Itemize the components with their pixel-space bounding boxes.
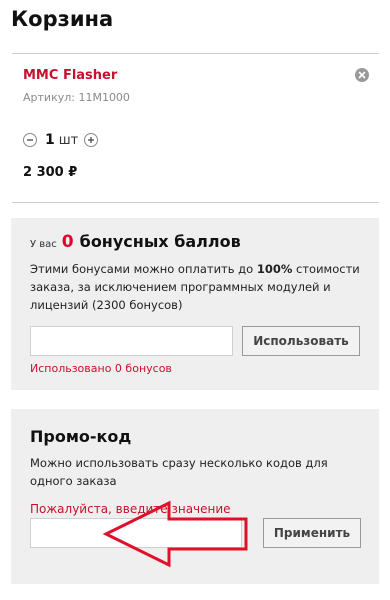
increase-quantity-button[interactable] [84,133,99,147]
promo-panel: Промо-код Можно использовать сразу неско… [11,409,379,584]
bonus-description-percent: 100% [256,262,293,276]
use-bonus-button[interactable]: Использовать [242,326,360,356]
quantity-stepper: 1 шт [23,132,99,148]
bonus-amount-input[interactable] [30,326,233,356]
bonus-heading: У вас 0 бонусных баллов [30,232,241,252]
bonus-panel: У вас 0 бонусных баллов Этими бонусами м… [11,218,379,390]
header-divider [12,53,379,54]
bonus-prefix: У вас [30,239,57,250]
remove-item-button[interactable] [355,68,369,82]
bonus-description: Этими бонусами можно оплатить до 100% ст… [30,260,365,314]
apply-promo-button[interactable]: Применить [263,518,361,548]
promo-error-message: Пожалуйста, введите значение [30,502,231,516]
bonus-description-pre: Этими бонусами можно оплатить до [30,262,257,276]
promo-code-input[interactable] [30,518,242,548]
quantity-value: 1 [45,132,55,148]
page-title: Корзина [11,7,114,31]
quantity-unit: шт [58,132,79,148]
minus-icon [27,139,33,141]
cart-divider [12,202,379,203]
plus-icon [88,137,95,143]
promo-title: Промо-код [30,427,132,446]
bonus-count: 0 [61,232,74,252]
decrease-quantity-button[interactable] [23,133,37,147]
bonus-title: бонусных баллов [79,232,241,251]
close-icon [358,71,366,79]
bonus-used-text: Использовано 0 бонусов [30,362,172,375]
product-name-link[interactable]: MMC Flasher [23,68,117,83]
promo-description: Можно использовать сразу несколько кодов… [30,456,328,488]
product-sku: Артикул: 11M1000 [23,91,130,104]
item-price: 2 300 ₽ [23,165,78,180]
